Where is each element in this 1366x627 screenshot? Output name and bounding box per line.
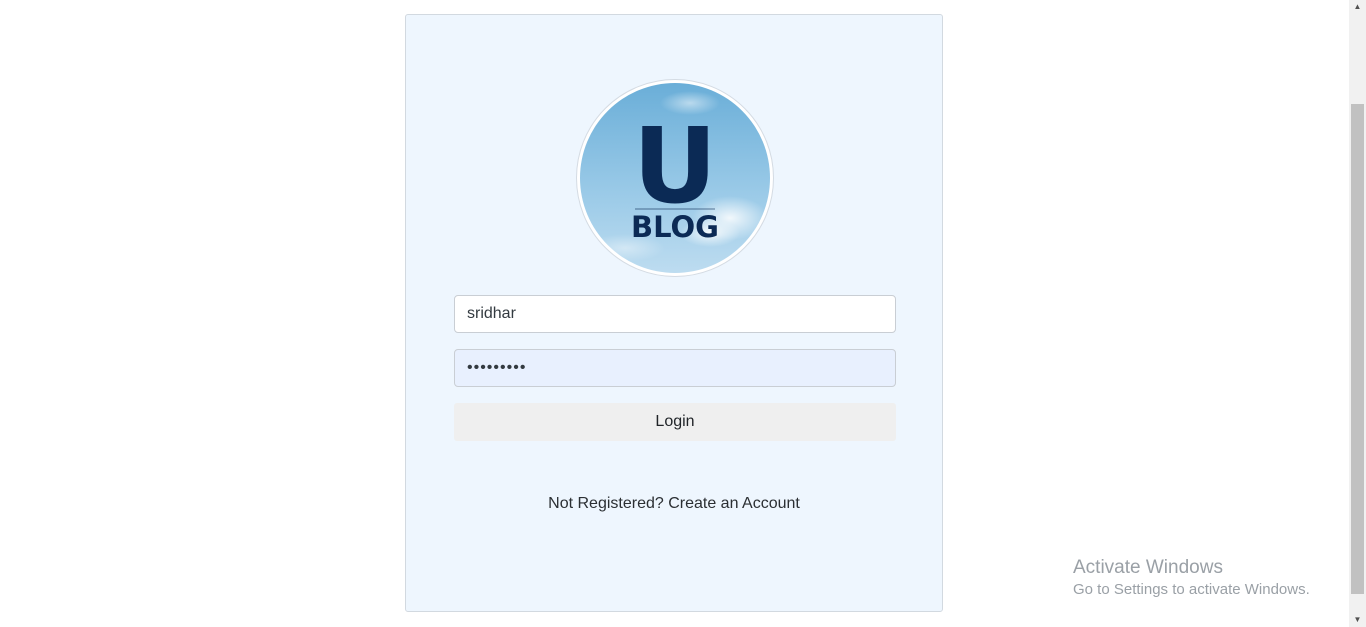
create-account-link[interactable]: Not Registered? Create an Account: [406, 495, 942, 513]
logo-word: BLOG: [631, 210, 719, 244]
scroll-up-arrow-icon[interactable]: ▲: [1349, 0, 1366, 14]
vertical-scrollbar[interactable]: ▲ ▼: [1349, 0, 1366, 627]
login-button[interactable]: Login: [454, 403, 896, 441]
password-input[interactable]: [454, 349, 896, 387]
logo-frame: U BLOG: [576, 79, 774, 277]
watermark-title: Activate Windows: [1073, 557, 1223, 578]
scroll-down-arrow-icon[interactable]: ▼: [1349, 613, 1366, 627]
watermark-subtitle: Go to Settings to activate Windows.: [1073, 581, 1310, 598]
scrollbar-thumb[interactable]: [1351, 104, 1364, 594]
viewport: U BLOG Login Not Registered? Create an A…: [0, 0, 1366, 627]
activate-windows-watermark: Activate Windows Go to Settings to activ…: [1073, 556, 1310, 600]
login-card: U BLOG Login Not Registered? Create an A…: [405, 14, 943, 612]
username-input[interactable]: [454, 295, 896, 333]
ublog-logo: U BLOG: [580, 83, 770, 273]
ublog-logo-graphic: U BLOG: [580, 83, 770, 273]
